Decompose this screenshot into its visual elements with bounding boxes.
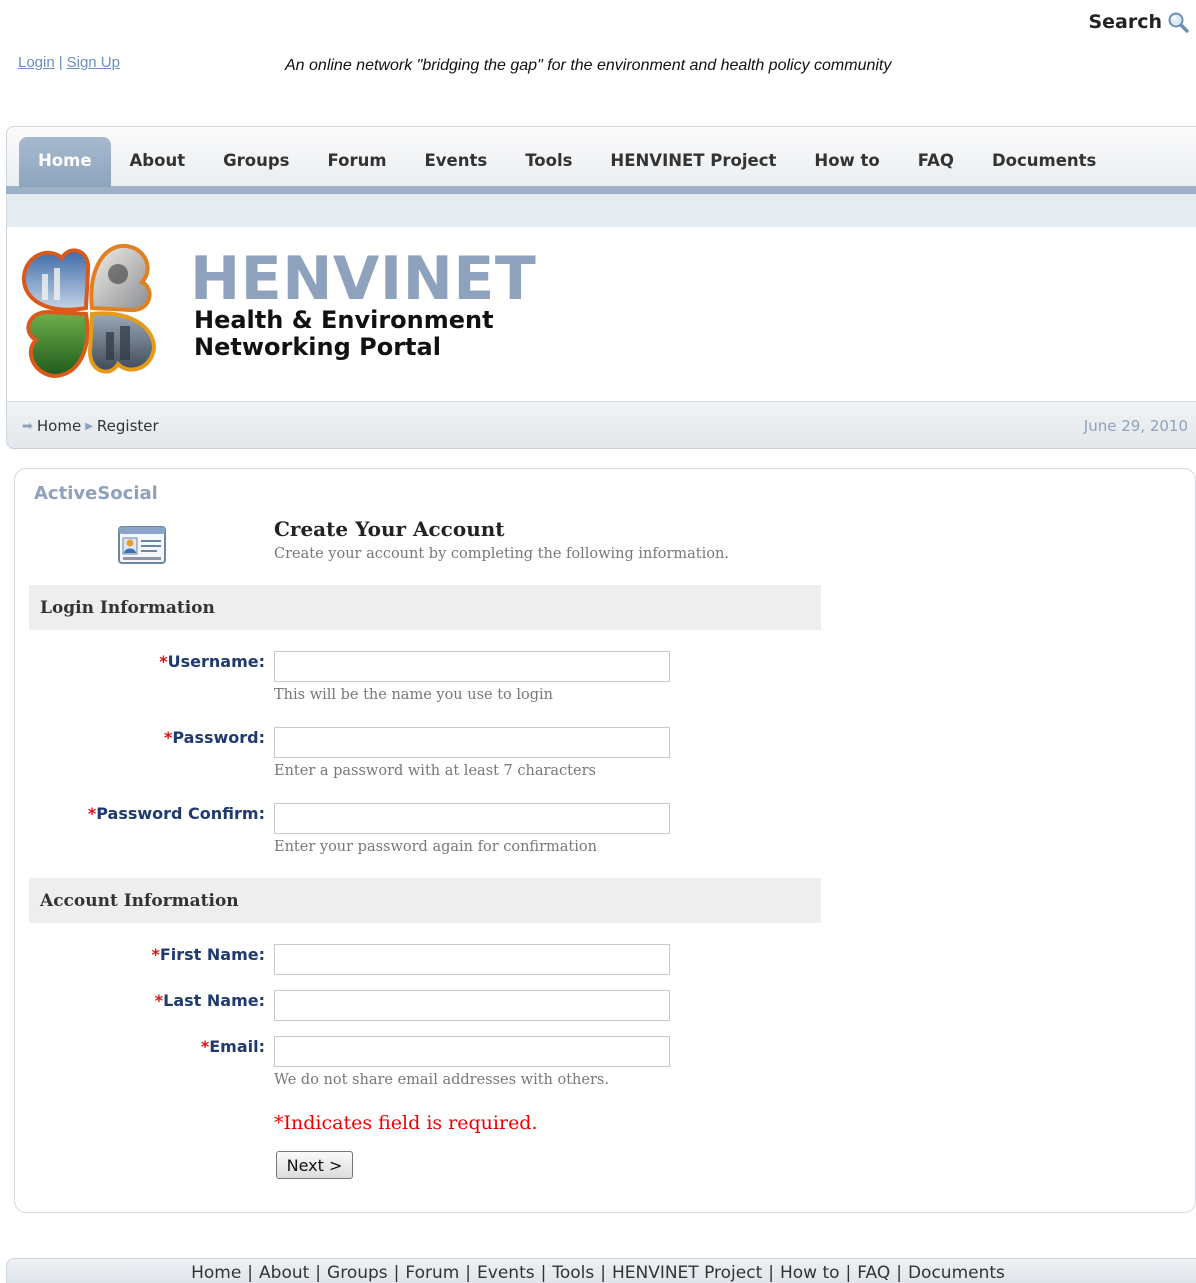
- banner-subtitle-line1: Health & Environment: [194, 306, 494, 334]
- footer-link-faq[interactable]: FAQ: [857, 1263, 890, 1283]
- search-label[interactable]: Search: [1088, 11, 1162, 33]
- required-marker: *: [151, 945, 160, 964]
- henvinet-logo-icon: [21, 243, 157, 379]
- login-link[interactable]: Login: [18, 54, 55, 71]
- auth-links: Login | Sign Up: [18, 54, 120, 71]
- footer-link-tools[interactable]: Tools: [552, 1263, 594, 1283]
- nav-henvinet-project[interactable]: HENVINET Project: [591, 137, 795, 187]
- nav-groups[interactable]: Groups: [204, 137, 308, 187]
- password-input[interactable]: [274, 727, 670, 758]
- nav-subbar: [6, 194, 1196, 227]
- form-title: Create Your Account: [274, 517, 505, 541]
- email-hint: We do not share email addresses with oth…: [274, 1072, 609, 1088]
- current-date: June 29, 2010: [1083, 417, 1188, 435]
- email-label: *Email:: [200, 1037, 265, 1056]
- required-marker: *: [87, 804, 97, 823]
- footer-link-groups[interactable]: Groups: [327, 1263, 388, 1283]
- footer-link-events[interactable]: Events: [477, 1263, 535, 1283]
- id-card-icon: [118, 526, 166, 564]
- nav-how-to[interactable]: How to: [795, 137, 898, 187]
- nav-about[interactable]: About: [111, 137, 205, 187]
- search-area[interactable]: Search: [1088, 10, 1190, 34]
- login-info-heading: Login Information: [40, 598, 215, 618]
- password-confirm-hint: Enter your password again for confirmati…: [274, 839, 597, 855]
- required-marker: *: [154, 991, 164, 1010]
- breadcrumb: ➡ Home ▶ Register: [22, 417, 159, 435]
- registration-panel: [14, 468, 1196, 1213]
- nav-faq[interactable]: FAQ: [899, 137, 973, 187]
- auth-separator: |: [58, 54, 63, 71]
- footer-link-about[interactable]: About: [259, 1263, 309, 1283]
- nav-tools[interactable]: Tools: [506, 137, 591, 187]
- email-input[interactable]: [274, 1036, 670, 1067]
- nav-home[interactable]: Home: [19, 137, 111, 187]
- nav-documents[interactable]: Documents: [973, 137, 1115, 187]
- next-button[interactable]: Next >: [276, 1151, 353, 1179]
- password-confirm-label: *Password Confirm:: [87, 804, 265, 823]
- footer-link-documents[interactable]: Documents: [908, 1263, 1005, 1283]
- nav-forum[interactable]: Forum: [309, 137, 406, 187]
- password-confirm-input[interactable]: [274, 803, 670, 834]
- site-banner: [6, 227, 1196, 402]
- username-label: *Username:: [159, 652, 265, 671]
- breadcrumb-register: Register: [96, 417, 159, 435]
- username-hint: This will be the name you use to login: [274, 687, 554, 703]
- site-tagline: An online network "bridging the gap" for…: [285, 57, 892, 74]
- main-nav: Home About Groups Forum Events Tools HEN…: [19, 137, 1115, 187]
- breadcrumb-home[interactable]: Home: [37, 417, 81, 435]
- banner-title: HENVINET: [190, 244, 537, 314]
- footer-nav: Home | About | Groups | Forum | Events | Tools | HEN…: [191, 1263, 1005, 1283]
- nav-underline: [6, 186, 1196, 194]
- required-marker: *: [200, 1037, 210, 1056]
- banner-subtitle-line2: Networking Portal: [194, 333, 441, 361]
- breadcrumb-bar: [6, 402, 1196, 449]
- chevron-right-icon: ▶: [85, 420, 93, 432]
- first-name-input[interactable]: [274, 944, 670, 975]
- first-name-label: *First Name:: [151, 945, 265, 964]
- arrow-right-icon: ➡: [22, 418, 33, 434]
- account-info-heading: Account Information: [40, 891, 239, 911]
- required-note: *Indicates field is required.: [274, 1112, 538, 1134]
- footer-link-how-to[interactable]: How to: [780, 1263, 840, 1283]
- footer-link-forum[interactable]: Forum: [405, 1263, 459, 1283]
- last-name-input[interactable]: [274, 990, 670, 1021]
- nav-events[interactable]: Events: [406, 137, 507, 187]
- search-icon[interactable]: [1166, 10, 1190, 34]
- footer-link-henvinet-project[interactable]: HENVINET Project: [612, 1263, 762, 1283]
- required-marker: *: [159, 652, 168, 671]
- username-input[interactable]: [274, 651, 670, 682]
- signup-link[interactable]: Sign Up: [67, 54, 120, 71]
- password-hint: Enter a password with at least 7 charact…: [274, 763, 596, 779]
- form-description: Create your account by completing the fo…: [274, 546, 729, 562]
- password-label: *Password:: [163, 728, 265, 747]
- panel-title: ActiveSocial: [34, 483, 158, 504]
- footer-link-home[interactable]: Home: [191, 1263, 241, 1283]
- last-name-label: *Last Name:: [154, 991, 265, 1010]
